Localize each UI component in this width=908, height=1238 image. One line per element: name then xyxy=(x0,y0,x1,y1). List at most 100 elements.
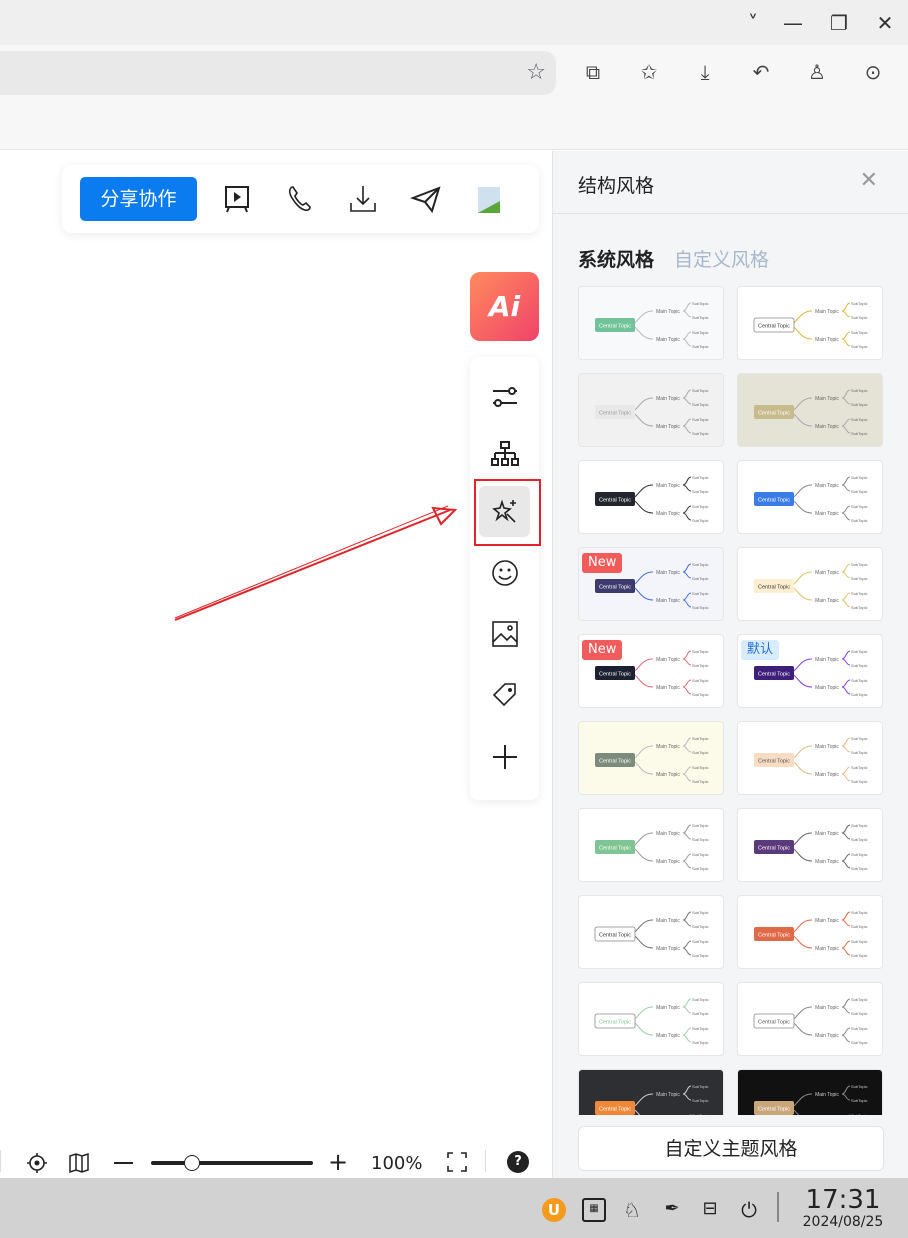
svg-text:Main Topic: Main Topic xyxy=(815,337,839,343)
theme-thumbnail[interactable]: Central TopicMain TopicMain TopicSubTopi… xyxy=(737,982,883,1056)
svg-text:Main Topic: Main Topic xyxy=(815,685,839,691)
toggle-icon[interactable]: ⊟ xyxy=(698,1198,722,1222)
svg-text:SubTopic: SubTopic xyxy=(692,402,708,407)
close-button[interactable]: ✕ xyxy=(870,8,900,38)
svg-text:SubTopic: SubTopic xyxy=(692,852,708,857)
svg-text:SubTopic: SubTopic xyxy=(851,736,867,741)
close-panel-icon[interactable]: ✕ xyxy=(860,168,878,193)
theme-thumbnail[interactable]: Central TopicMain TopicMain TopicSubTopi… xyxy=(737,1069,883,1115)
svg-text:SubTopic: SubTopic xyxy=(692,504,708,509)
theme-thumbnail[interactable]: Central TopicMain TopicMain TopicSubTopi… xyxy=(737,547,883,621)
svg-text:SubTopic: SubTopic xyxy=(692,591,708,596)
svg-text:SubTopic: SubTopic xyxy=(692,576,708,581)
svg-text:SubTopic: SubTopic xyxy=(692,315,708,320)
extensions-icon[interactable]: ⧉ xyxy=(580,59,606,85)
svg-text:Central Topic: Central Topic xyxy=(758,672,790,678)
svg-text:Central Topic: Central Topic xyxy=(758,759,790,765)
theme-thumbnail[interactable]: Central TopicMain TopicMain TopicSubTopi… xyxy=(737,460,883,534)
taskbar xyxy=(0,1178,908,1238)
svg-text:Main Topic: Main Topic xyxy=(815,946,839,952)
svg-text:Main Topic: Main Topic xyxy=(815,598,839,604)
svg-text:SubTopic: SubTopic xyxy=(851,997,867,1002)
svg-text:SubTopic: SubTopic xyxy=(851,1113,867,1115)
clock[interactable]: 17:31 2024/08/25 xyxy=(788,1186,898,1230)
svg-text:Central Topic: Central Topic xyxy=(758,498,790,504)
svg-text:SubTopic: SubTopic xyxy=(692,663,708,668)
svg-text:SubTopic: SubTopic xyxy=(851,866,867,871)
profile-icon[interactable]: ♙ xyxy=(804,59,830,85)
zoom-out-button[interactable] xyxy=(114,1162,133,1164)
undo-icon[interactable]: ↶ xyxy=(748,59,774,85)
svg-text:SubTopic: SubTopic xyxy=(851,779,867,784)
ime-icon[interactable]: U xyxy=(542,1198,566,1222)
qq-icon[interactable]: ♘ xyxy=(620,1198,644,1222)
canvas-bottom-bar: + 100% ? xyxy=(0,1140,552,1180)
zoom-slider[interactable] xyxy=(151,1155,313,1171)
theme-thumbnail[interactable]: Central TopicMain TopicMain TopicSubTopi… xyxy=(737,895,883,969)
svg-text:SubTopic: SubTopic xyxy=(851,1011,867,1016)
svg-text:SubTopic: SubTopic xyxy=(692,910,708,915)
theme-thumbnail[interactable]: Central TopicMain TopicMain TopicSubTopi… xyxy=(737,808,883,882)
fullscreen-icon[interactable] xyxy=(447,1152,467,1172)
theme-thumbnail[interactable]: Central TopicMain TopicMain TopicSubTopi… xyxy=(578,982,724,1056)
pen-icon[interactable]: ✒ xyxy=(660,1198,684,1222)
svg-text:SubTopic: SubTopic xyxy=(851,576,867,581)
svg-text:SubTopic: SubTopic xyxy=(851,330,867,335)
theme-thumbnail[interactable]: Central TopicMain TopicMain TopicSubTopi… xyxy=(737,373,883,447)
svg-text:SubTopic: SubTopic xyxy=(851,518,867,523)
svg-text:Main Topic: Main Topic xyxy=(815,1005,839,1011)
collections-icon[interactable]: ✩ xyxy=(636,59,662,85)
svg-text:SubTopic: SubTopic xyxy=(692,765,708,770)
svg-text:SubTopic: SubTopic xyxy=(851,417,867,422)
svg-text:SubTopic: SubTopic xyxy=(851,910,867,915)
svg-text:SubTopic: SubTopic xyxy=(692,388,708,393)
theme-thumbnail[interactable]: Central TopicMain TopicMain TopicSubTopi… xyxy=(737,286,883,360)
map-icon[interactable] xyxy=(68,1152,90,1174)
locate-icon[interactable] xyxy=(26,1152,48,1174)
tab-system-style[interactable]: 系统风格 xyxy=(578,245,654,272)
theme-thumbnail[interactable]: Central TopicMain TopicMain TopicSubTopi… xyxy=(578,547,724,621)
svg-text:Central Topic: Central Topic xyxy=(599,759,631,765)
svg-text:Main Topic: Main Topic xyxy=(656,831,680,837)
theme-thumbnail[interactable]: Central TopicMain TopicMain TopicSubTopi… xyxy=(578,895,724,969)
theme-grid: Central Topic Main Topic Main Topic SubTopi… xyxy=(578,286,884,1115)
svg-text:Main Topic: Main Topic xyxy=(815,309,839,315)
svg-text:SubTopic: SubTopic xyxy=(692,1026,708,1031)
theme-badge: New xyxy=(582,553,623,573)
svg-text:SubTopic: SubTopic xyxy=(692,837,708,842)
theme-thumbnail[interactable]: Central TopicMain TopicMain TopicSubTopi… xyxy=(578,460,724,534)
theme-thumbnail[interactable]: Central TopicMain TopicMain TopicSubTopi… xyxy=(578,373,724,447)
svg-text:SubTopic: SubTopic xyxy=(851,562,867,567)
svg-text:Main Topic: Main Topic xyxy=(815,570,839,576)
svg-text:Central Topic: Central Topic xyxy=(599,672,631,678)
svg-text:SubTopic: SubTopic xyxy=(692,678,708,683)
minimize-button[interactable]: — xyxy=(778,8,808,38)
more-icon[interactable]: ⊙ xyxy=(860,59,886,85)
download-icon[interactable]: ⤓ xyxy=(692,59,718,85)
svg-text:Central Topic: Central Topic xyxy=(599,1020,631,1026)
theme-thumbnail[interactable]: Central TopicMain TopicMain TopicSubTopi… xyxy=(737,634,883,708)
svg-text:SubTopic: SubTopic xyxy=(692,779,708,784)
theme-thumbnail[interactable]: Central TopicMain TopicMain TopicSubTopi… xyxy=(578,808,724,882)
svg-text:SubTopic: SubTopic xyxy=(851,765,867,770)
svg-text:Main Topic: Main Topic xyxy=(815,396,839,402)
theme-thumbnail[interactable]: Central TopicMain TopicMain TopicSubTopi… xyxy=(578,286,724,360)
add-icon[interactable] xyxy=(479,731,530,782)
tab-custom-style[interactable]: 自定义风格 xyxy=(674,245,769,272)
custom-theme-button[interactable]: 自定义主题风格 xyxy=(578,1126,884,1171)
svg-text:SubTopic: SubTopic xyxy=(692,1084,708,1089)
svg-text:Main Topic: Main Topic xyxy=(815,1033,839,1039)
power-icon[interactable]: ⏻ xyxy=(737,1198,761,1222)
theme-thumbnail[interactable]: Central TopicMain TopicMain TopicSubTopi… xyxy=(578,1069,724,1115)
svg-text:SubTopic: SubTopic xyxy=(851,475,867,480)
theme-thumbnail[interactable]: Central TopicMain TopicMain TopicSubTopi… xyxy=(737,721,883,795)
help-button[interactable]: ? xyxy=(507,1151,529,1173)
theme-thumbnail[interactable]: Central TopicMain TopicMain TopicSubTopi… xyxy=(578,634,724,708)
zoom-in-button[interactable]: + xyxy=(328,1150,348,1174)
restore-button[interactable]: ❐ xyxy=(824,8,854,38)
svg-text:SubTopic: SubTopic xyxy=(692,692,708,697)
keyboard-icon[interactable]: ▦ xyxy=(582,1198,606,1222)
chevron-down-icon[interactable]: ˅ xyxy=(738,8,768,38)
theme-thumbnail[interactable]: Central TopicMain TopicMain TopicSubTopi… xyxy=(578,721,724,795)
zoom-slider-knob[interactable] xyxy=(183,1155,200,1171)
